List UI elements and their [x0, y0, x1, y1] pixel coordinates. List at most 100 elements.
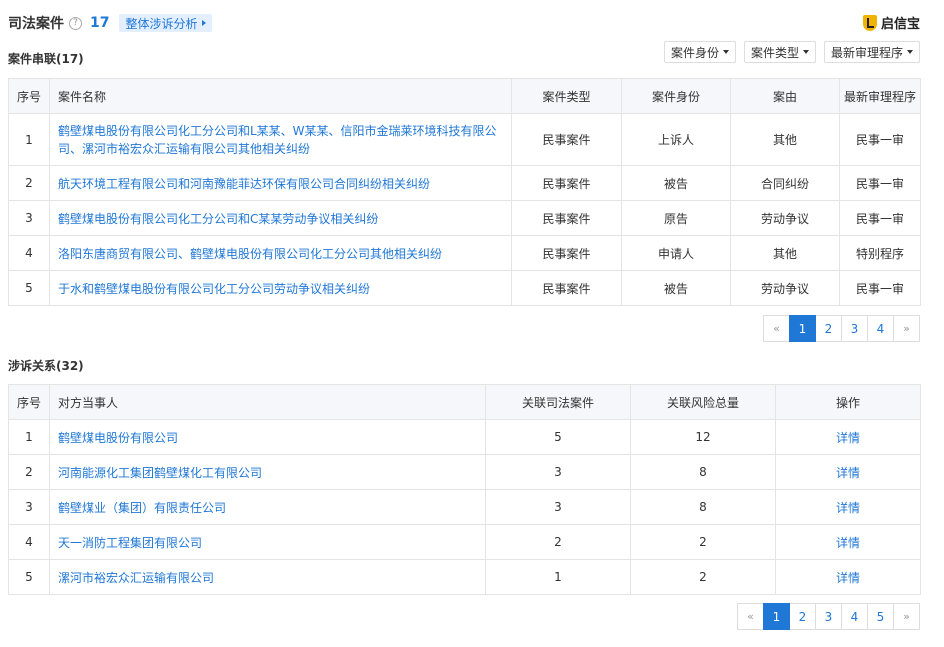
col-header: 序号 [8, 78, 50, 114]
row-index: 5 [8, 270, 50, 306]
caret-down-icon [907, 50, 913, 54]
details-link[interactable]: 详情 [775, 454, 921, 490]
party-name-link[interactable]: 天一消防工程集团有限公司 [49, 524, 486, 560]
page-1-button[interactable]: 1 [789, 315, 816, 342]
page-3-button[interactable]: 3 [841, 315, 868, 342]
filter-latest-procedure[interactable]: 最新审理程序 [823, 41, 920, 63]
party-name-link[interactable]: 漯河市裕宏众汇运输有限公司 [49, 559, 486, 595]
case-name-link[interactable]: 洛阳东唐商贸有限公司、鹤壁煤电股份有限公司化工分公司其他相关纠纷 [49, 235, 512, 271]
case-cause: 劳动争议 [730, 200, 840, 236]
case-procedure: 民事一审 [839, 165, 921, 201]
case-name-link[interactable]: 于水和鹤壁煤电股份有限公司化工分公司劳动争议相关纠纷 [49, 270, 512, 306]
page-2-button[interactable]: 2 [789, 603, 816, 630]
case-name-link[interactable]: 鹤壁煤电股份有限公司化工分公司和C某某劳动争议相关纠纷 [49, 200, 512, 236]
table-row: 4 洛阳东唐商贸有限公司、鹤壁煤电股份有限公司化工分公司其他相关纠纷 民事案件 申请人… [8, 235, 921, 271]
case-type: 民事案件 [511, 165, 622, 201]
cases-section-title: 案件串联(17) [8, 52, 84, 66]
case-type: 民事案件 [511, 200, 622, 236]
relations-section-title: 涉诉关系(32) [8, 359, 84, 373]
row-index: 1 [8, 419, 50, 455]
case-name-link[interactable]: 航天环境工程有限公司和河南豫能菲达环保有限公司合同纠纷相关纠纷 [49, 165, 512, 201]
row-index: 2 [8, 165, 50, 201]
caret-down-icon [722, 50, 729, 54]
next-page-button[interactable]: » [893, 603, 920, 630]
details-link[interactable]: 详情 [775, 489, 921, 525]
table-row: 3 鹤壁煤电股份有限公司化工分公司和C某某劳动争议相关纠纷 民事案件 原告 劳动争议 民事… [8, 200, 921, 236]
filter-case-role[interactable]: 案件身份 [663, 41, 736, 63]
table-row: 5 漯河市裕宏众汇运输有限公司 1 2 详情 [8, 559, 921, 595]
related-cases-count: 1 [485, 559, 631, 595]
case-role: 申请人 [621, 235, 731, 271]
page-3-button[interactable]: 3 [815, 603, 842, 630]
page-5-button[interactable]: 5 [867, 603, 894, 630]
col-header: 案件身份 [621, 78, 731, 114]
details-link[interactable]: 详情 [775, 419, 921, 455]
question-circle-icon[interactable]: ? [69, 16, 82, 30]
party-name-link[interactable]: 河南能源化工集团鹤壁煤化工有限公司 [49, 454, 486, 490]
case-role: 原告 [621, 200, 731, 236]
relations-pagination: «1 2 3 4 5» [737, 603, 920, 630]
caret-right-icon [201, 20, 206, 26]
related-cases-count: 2 [485, 524, 631, 560]
case-cause: 其他 [730, 113, 840, 166]
col-header: 案由 [730, 78, 840, 114]
overall-analysis-button[interactable]: 整体涉诉分析 [119, 14, 212, 32]
table-row: 3 鹤壁煤业（集团）有限责任公司 3 8 详情 [8, 489, 921, 525]
details-link[interactable]: 详情 [775, 524, 921, 560]
col-header: 案件类型 [511, 78, 622, 114]
filter-label: 案件类型 [750, 45, 799, 60]
page-title: 司法案件 [8, 16, 64, 32]
cases-table: 序号 案件名称 案件类型 案件身份 案由 最新审理程序 1 鹤壁煤电股份有限公司化… [8, 78, 921, 306]
brand: 启信宝 [862, 13, 920, 32]
row-index: 3 [8, 200, 50, 236]
table-row: 2 河南能源化工集团鹤壁煤化工有限公司 3 8 详情 [8, 454, 921, 490]
table-row: 1 鹤壁煤电股份有限公司化工分公司和L某某、W某某、信阳市金瑞莱环境科技有限公司、… [8, 113, 921, 166]
related-risk-total: 2 [630, 559, 776, 595]
row-index: 4 [8, 524, 50, 560]
page-2-button[interactable]: 2 [815, 315, 842, 342]
row-index: 3 [8, 489, 50, 525]
related-cases-count: 5 [485, 419, 631, 455]
caret-down-icon [802, 50, 809, 54]
filter-case-type[interactable]: 案件类型 [743, 41, 816, 63]
qixinbao-logo-icon [862, 14, 877, 31]
row-index: 5 [8, 559, 50, 595]
col-header: 对方当事人 [49, 384, 486, 420]
party-name-link[interactable]: 鹤壁煤业（集团）有限责任公司 [49, 489, 486, 525]
filter-label: 最新审理程序 [830, 45, 903, 60]
row-index: 4 [8, 235, 50, 271]
brand-name: 启信宝 [880, 17, 920, 32]
related-risk-total: 8 [630, 489, 776, 525]
col-header: 最新审理程序 [839, 78, 921, 114]
related-risk-total: 2 [630, 524, 776, 560]
prev-page-button[interactable]: « [737, 603, 764, 630]
case-name-link[interactable]: 鹤壁煤电股份有限公司化工分公司和L某某、W某某、信阳市金瑞莱环境科技有限公司、漯… [49, 113, 512, 166]
case-cause: 合同纠纷 [730, 165, 840, 201]
page-4-button[interactable]: 4 [841, 603, 868, 630]
case-filters: 案件身份 案件类型 最新审理程序 [663, 41, 920, 63]
page-1-button[interactable]: 1 [763, 603, 790, 630]
case-count: 17 [90, 15, 110, 31]
cases-tbody: 1 鹤壁煤电股份有限公司化工分公司和L某某、W某某、信阳市金瑞莱环境科技有限公司、… [8, 113, 921, 306]
table-row: 4 天一消防工程集团有限公司 2 2 详情 [8, 524, 921, 560]
table-row: 2 航天环境工程有限公司和河南豫能菲达环保有限公司合同纠纷相关纠纷 民事案件 被告 合同… [8, 165, 921, 201]
relations-table: 序号 对方当事人 关联司法案件 关联风险总量 操作 1 鹤壁煤电股份有限公司 5 12… [8, 384, 921, 595]
case-procedure: 民事一审 [839, 270, 921, 306]
filter-label: 案件身份 [670, 45, 719, 60]
page-4-button[interactable]: 4 [867, 315, 894, 342]
party-name-link[interactable]: 鹤壁煤电股份有限公司 [49, 419, 486, 455]
details-link[interactable]: 详情 [775, 559, 921, 595]
case-type: 民事案件 [511, 235, 622, 271]
next-page-button[interactable]: » [893, 315, 920, 342]
case-procedure: 民事一审 [839, 200, 921, 236]
section-header: 司法案件 ? 17 整体涉诉分析 [8, 12, 212, 34]
col-header: 关联司法案件 [485, 384, 631, 420]
case-role: 被告 [621, 270, 731, 306]
table-header-row: 序号 案件名称 案件类型 案件身份 案由 最新审理程序 [8, 78, 921, 114]
relations-tbody: 1 鹤壁煤电股份有限公司 5 12 详情 2 河南能源化工集团鹤壁煤化工有限公司 3 8 详情 3 鹤… [8, 419, 921, 595]
col-header: 操作 [775, 384, 921, 420]
case-procedure: 民事一审 [839, 113, 921, 166]
case-type: 民事案件 [511, 270, 622, 306]
row-index: 1 [8, 113, 50, 166]
prev-page-button[interactable]: « [763, 315, 790, 342]
